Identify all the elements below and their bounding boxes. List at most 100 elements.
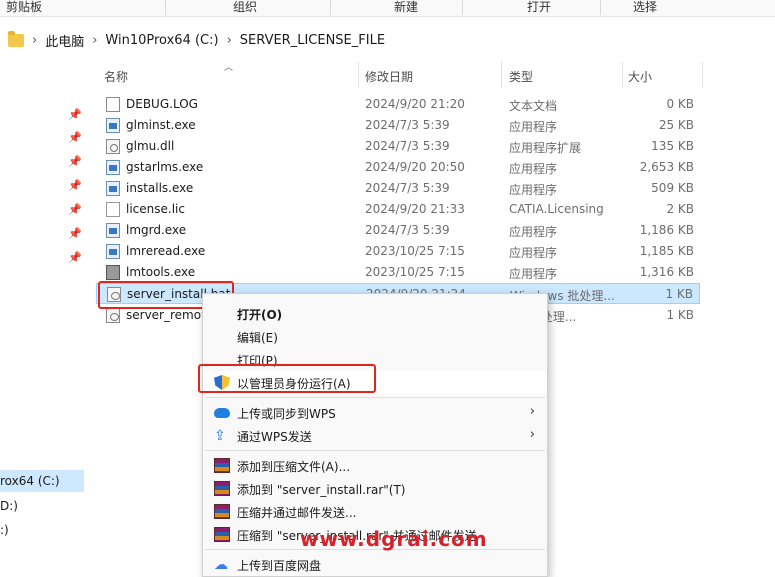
ribbon-divider [462,0,463,15]
column-divider[interactable] [358,62,359,88]
sort-ascending-icon: ︿ [224,63,234,73]
column-divider[interactable] [501,62,502,88]
watermark-text: www.dgrai.com [300,527,488,551]
menu-item-baidu[interactable]: ☁ 上传到百度网盘 [203,553,547,576]
chevron-right-icon[interactable]: › [32,33,37,48]
exe-icon [106,160,120,175]
exe-icon [106,118,120,133]
file-name: DEBUG.LOG [126,97,198,111]
file-size: 0 KB [666,97,694,111]
ribbon-divider [165,0,166,15]
menu-item-edit[interactable]: 编辑(E) [203,325,547,348]
license-file-icon [106,202,120,217]
menu-item-label: 上传到百度网盘 [237,559,322,573]
menu-item-add-archive[interactable]: 添加到压缩文件(A)... [203,454,547,477]
column-header-name[interactable]: 名称 [104,68,128,85]
nav-item-drive-d-label[interactable]: D:) [0,499,18,513]
file-size: 2 KB [666,202,694,216]
file-size: 1 KB [666,308,694,322]
menu-item-label: 压缩并通过邮件发送... [237,506,357,520]
chevron-right-icon[interactable]: › [227,33,232,48]
pin-icon[interactable]: 📌 [68,155,82,168]
menu-item-upload-wps[interactable]: 上传或同步到WPS › [203,401,547,424]
file-type: 应用程序 [509,225,558,239]
address-bar[interactable]: › 此电脑 › Win10Prox64 (C:) › SERVER_LICENS… [0,24,775,56]
file-row[interactable]: lmreread.exe 2023/10/25 7:15 应用程序 1,185 … [96,241,700,262]
file-date: 2024/7/3 5:39 [365,223,450,237]
menu-item-label: 添加到 "server_install.rar"(T) [237,483,406,497]
pin-icon[interactable]: 📌 [68,108,82,121]
file-type: 应用程序 [509,120,558,134]
file-size: 1 KB [665,287,693,301]
file-type: CATIA.Licensing [509,202,604,216]
column-header-date[interactable]: 修改日期 [365,68,413,85]
share-icon: ⇪ [214,428,226,444]
file-size: 2,653 KB [639,160,694,174]
winrar-icon [214,481,230,496]
pin-icon[interactable]: 📌 [68,227,82,240]
cloud-icon [214,408,230,418]
menu-item-send-wps[interactable]: ⇪ 通过WPS发送 › [203,424,547,447]
file-row[interactable]: license.lic 2024/9/20 21:33 CATIA.Licens… [96,199,700,220]
menu-item-label: 通过WPS发送 [237,430,312,444]
menu-item-open[interactable]: 打开(O) [203,302,547,325]
file-row[interactable]: glmu.dll 2024/7/3 5:39 应用程序扩展 135 KB [96,136,700,157]
chevron-right-icon[interactable]: › [92,33,97,48]
ribbon-group-select: 选择 [633,0,658,14]
file-size: 1,316 KB [639,265,694,279]
pin-icon[interactable]: 📌 [68,251,82,264]
breadcrumb-this-pc[interactable]: 此电脑 [45,31,84,50]
ribbon-group-labels: 剪贴板 组织 新建 打开 选择 [0,0,775,17]
file-name: glminst.exe [126,118,196,132]
file-row[interactable]: installs.exe 2024/7/3 5:39 应用程序 509 KB [96,178,700,199]
file-row[interactable]: lmgrd.exe 2024/7/3 5:39 应用程序 1,186 KB [96,220,700,241]
menu-item-compress-email[interactable]: 压缩并通过邮件发送... [203,500,547,523]
file-size: 25 KB [658,118,694,132]
column-header-type[interactable]: 类型 [509,68,533,85]
file-type: 应用程序 [509,183,558,197]
winrar-icon [214,504,230,519]
highlight-box-run-as-admin [198,364,376,393]
menu-divider [205,397,545,398]
file-date: 2024/9/20 21:33 [365,202,465,216]
file-type: 文本文档 [509,99,558,113]
file-row[interactable]: gstarlms.exe 2024/9/20 20:50 应用程序 2,653 … [96,157,700,178]
file-type: 应用程序 [509,246,558,260]
file-name: installs.exe [126,181,194,195]
file-name: lmgrd.exe [126,223,187,237]
column-divider[interactable] [702,62,703,88]
column-header-size[interactable]: 大小 [628,68,652,85]
pin-icon[interactable]: 📌 [68,179,82,192]
pin-icon[interactable]: 📌 [68,131,82,144]
baidu-netdisk-icon: ☁ [214,557,228,573]
menu-divider [205,450,545,451]
menu-item-label: 添加到压缩文件(A)... [237,460,351,474]
file-size: 135 KB [651,139,694,153]
ribbon-group-new: 新建 [394,0,419,14]
column-divider[interactable] [622,62,623,88]
menu-item-add-rar[interactable]: 添加到 "server_install.rar"(T) [203,477,547,500]
file-date: 2023/10/25 7:15 [365,265,465,279]
exe-icon [106,181,120,196]
menu-item-label: 编辑(E) [237,331,278,345]
file-row[interactable]: DEBUG.LOG 2024/9/20 21:20 文本文档 0 KB [96,94,700,115]
file-name: glmu.dll [126,139,175,153]
breadcrumb-drive-c[interactable]: Win10Prox64 (C:) [105,33,218,48]
chevron-right-icon: › [529,427,535,442]
file-date: 2023/10/25 7:15 [365,244,465,258]
winrar-icon [214,527,230,542]
folder-icon [8,30,24,47]
ribbon-divider [330,0,331,15]
file-type: 应用程序 [509,267,558,281]
exe-icon [106,244,120,259]
column-headers: ︿ 名称 修改日期 类型 大小 [96,62,706,88]
breadcrumb-license-folder[interactable]: SERVER_LICENSE_FILE [240,33,385,48]
file-row[interactable]: lmtools.exe 2023/10/25 7:15 应用程序 1,316 K… [96,262,700,283]
file-date: 2024/9/20 21:20 [365,97,465,111]
file-name: license.lic [126,202,185,216]
file-type: 应用程序扩展 [509,141,582,155]
pin-icon[interactable]: 📌 [68,203,82,216]
file-row[interactable]: glminst.exe 2024/7/3 5:39 应用程序 25 KB [96,115,700,136]
file-size: 1,185 KB [639,244,694,258]
nav-item-drive-label[interactable]: :) [0,523,9,537]
